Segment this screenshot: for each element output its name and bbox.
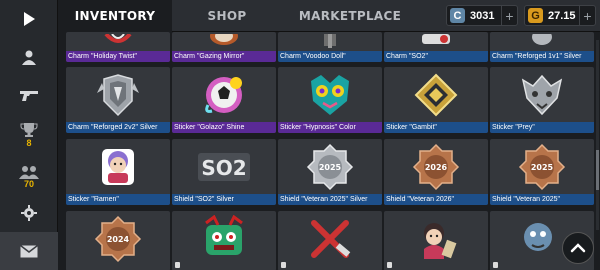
mail-button[interactable] [0,232,58,270]
gold-coin-icon: G [528,8,543,23]
inventory-item[interactable] [384,211,488,270]
scrollbar-thumb[interactable] [596,150,599,190]
settings-button[interactable] [0,196,58,230]
item-label: Charm "Holiday Twist" [66,51,170,62]
lock-icon [493,262,498,268]
top-bar: INVENTORY SHOP MARKETPLACE C 3031 + G 27… [58,0,600,32]
item-art [66,67,170,122]
gold-value: 27.15 [548,9,576,22]
inventory-item[interactable]: Charm "Reforged 1v1" Silver [490,32,594,62]
item-label: Charm "Voodoo Doll" [278,51,382,62]
item-label: Charm "SO2" [384,51,488,62]
chevron-up-icon [570,243,586,253]
tab-marketplace[interactable]: MARKETPLACE [282,0,418,32]
item-label: Shield "Veteran 2025" [490,194,594,205]
inventory-item[interactable] [278,211,382,270]
item-label: Charm "Reforged 2v2" Silver [66,122,170,133]
item-art [384,211,488,267]
item-label: Sticker "Ramen" [66,194,170,205]
scrollbar-track[interactable] [596,40,599,230]
inventory-item[interactable]: SO2 Shield "SO2" Silver [172,139,276,205]
inventory-item[interactable]: Charm "Gazing Mirror" [172,32,276,62]
item-art: 2024 [66,211,170,267]
inventory-item[interactable]: 2025 Shield "Veteran 2025" [490,139,594,205]
item-art [278,32,382,51]
scroll-up-button[interactable] [562,232,594,264]
item-label: Shield "Veteran 2025" Silver [278,194,382,205]
veteran-2025-silver-text: 2025 [319,163,342,172]
clan-count: 70 [23,179,34,189]
inventory-item[interactable]: 2025 Shield "Veteran 2025" Silver [278,139,382,205]
gold-balance: G 27.15 + [524,5,596,26]
item-art [172,32,276,51]
inventory-item[interactable]: Charm "SO2" [384,32,488,62]
trophy-icon [20,123,38,137]
item-label: Shield "SO2" Silver [172,194,276,205]
item-label: Sticker "Golazo" Shine [172,122,276,133]
play-icon [24,12,35,26]
inventory-item[interactable] [172,211,276,270]
veteran-2024-text: 2024 [107,235,130,244]
trophy-count: 8 [26,138,32,148]
item-label: Sticker "Hypnosis" Color [278,122,382,133]
item-art [172,211,276,267]
item-art: 2025 [490,139,594,194]
item-art [278,211,382,267]
item-art [172,67,276,122]
inventory-item[interactable]: 2024 [66,211,170,270]
so2-art-text: SO2 [201,156,246,180]
item-art [490,32,594,51]
veteran-2025-text: 2025 [531,163,554,172]
item-art [66,32,170,51]
item-label: Sticker "Prey" [490,122,594,133]
lock-icon [281,262,286,268]
veteran-2026-text: 2026 [425,163,448,172]
profile-button[interactable] [0,38,58,76]
inventory-item[interactable]: Sticker "Golazo" Shine [172,67,276,133]
left-sidebar: 8 70 [0,0,58,270]
item-art [278,67,382,122]
clan-icon [19,166,39,179]
tab-inventory[interactable]: INVENTORY [58,0,172,32]
inventory-grid: Charm "Holiday Twist" Charm "Gazing Mirr… [58,32,600,270]
trophy-button[interactable]: 8 [0,118,58,152]
tab-shop[interactable]: SHOP [172,0,282,32]
item-art [490,67,594,122]
lock-icon [387,262,392,268]
add-silver-button[interactable]: + [501,6,517,25]
item-label: Shield "Veteran 2026" [384,194,488,205]
weapon-icon [20,91,38,101]
silver-coin-icon: C [450,8,465,23]
inventory-item[interactable]: Charm "Holiday Twist" [66,32,170,62]
add-gold-button[interactable]: + [579,6,595,25]
item-art: 2025 [278,139,382,194]
inventory-item[interactable]: Charm "Reforged 2v2" Silver [66,67,170,133]
item-art [384,67,488,122]
inventory-item[interactable]: Charm "Voodoo Doll" [278,32,382,62]
inventory-item[interactable]: Sticker "Gambit" [384,67,488,133]
silver-balance: C 3031 + [446,5,518,26]
item-label: Charm "Gazing Mirror" [172,51,276,62]
inventory-item[interactable]: 2026 Shield "Veteran 2026" [384,139,488,205]
clan-button[interactable]: 70 [0,160,58,194]
play-button[interactable] [0,0,58,38]
weapons-button[interactable] [0,76,58,114]
item-art: 2026 [384,139,488,194]
silver-value: 3031 [470,9,495,22]
settings-icon [21,205,37,221]
inventory-item[interactable]: Sticker "Hypnosis" Color [278,67,382,133]
inventory-item[interactable]: Sticker "Ramen" [66,139,170,205]
mail-icon [20,244,38,257]
item-label: Charm "Reforged 1v1" Silver [490,51,594,62]
item-art: SO2 [172,139,276,194]
lock-icon [175,262,180,268]
item-art [384,32,488,51]
item-art [66,139,170,194]
item-label: Sticker "Gambit" [384,122,488,133]
inventory-item[interactable]: Sticker "Prey" [490,67,594,133]
profile-icon [22,50,36,65]
